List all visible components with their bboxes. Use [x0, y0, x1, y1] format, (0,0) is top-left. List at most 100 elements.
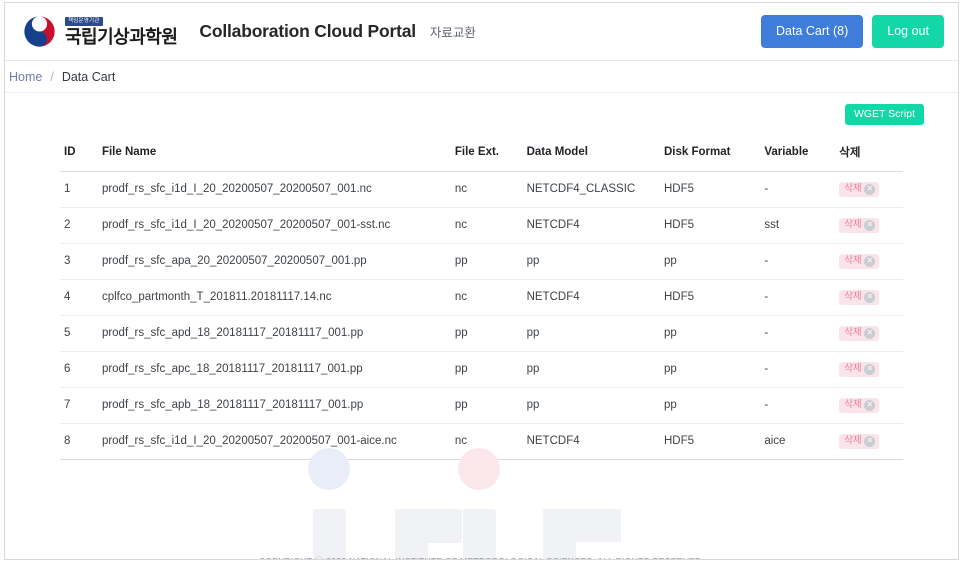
cell-delete: 삭제 ✕	[835, 423, 903, 460]
topbar-actions: Data Cart (8) Log out	[761, 15, 944, 48]
cell-data-model: pp	[522, 315, 660, 352]
data-cart-table: ID File Name File Ext. Data Model Disk F…	[60, 137, 903, 460]
cell-variable: -	[760, 279, 836, 316]
cell-file-name: prodf_rs_sfc_apd_18_20181117_20181117_00…	[97, 315, 451, 352]
table-row: 7 prodf_rs_sfc_apb_18_20181117_20181117_0…	[60, 387, 903, 424]
close-circle-icon: ✕	[864, 435, 876, 447]
cell-file-name: prodf_rs_sfc_i1d_I_20_20200507_20200507_…	[97, 207, 451, 244]
cell-data-model: NETCDF4	[522, 207, 660, 244]
page-subtitle: 자료교환	[429, 26, 476, 40]
cell-variable: -	[760, 243, 836, 280]
cell-file-ext: nc	[450, 423, 523, 460]
cell-file-name: prodf_rs_sfc_apb_18_20181117_20181117_00…	[97, 387, 451, 424]
delete-row-button[interactable]: 삭제 ✕	[839, 181, 880, 197]
delete-row-button[interactable]: 삭제 ✕	[839, 325, 880, 341]
column-header-id[interactable]: ID	[60, 137, 98, 172]
brand-badge: 책임운영기관	[65, 17, 103, 26]
cell-id: 7	[60, 387, 98, 424]
cell-file-name: prodf_rs_sfc_apc_18_20181117_20181117_00…	[97, 351, 451, 388]
cell-variable: -	[760, 387, 836, 424]
table-header: ID File Name File Ext. Data Model Disk F…	[60, 137, 903, 172]
page-title: Collaboration Cloud Portal	[199, 21, 416, 41]
cell-id: 5	[60, 315, 98, 352]
column-header-file-ext[interactable]: File Ext.	[450, 137, 523, 172]
cell-file-ext: pp	[450, 315, 523, 352]
cell-data-model: NETCDF4	[522, 279, 660, 316]
delete-button-label: 삭제	[844, 363, 862, 375]
close-circle-icon: ✕	[864, 327, 876, 339]
cell-disk-format: pp	[660, 243, 761, 280]
cell-file-ext: pp	[450, 243, 523, 280]
table-header-row: ID File Name File Ext. Data Model Disk F…	[60, 137, 903, 172]
cell-file-name: prodf_rs_sfc_apa_20_20200507_20200507_00…	[97, 243, 451, 280]
cell-file-ext: nc	[450, 207, 523, 244]
cell-variable: -	[760, 351, 836, 388]
cell-disk-format: HDF5	[660, 423, 761, 460]
close-circle-icon: ✕	[864, 291, 876, 303]
delete-row-button[interactable]: 삭제 ✕	[839, 253, 880, 269]
cell-file-name: prodf_rs_sfc_i1d_I_20_20200507_20200507_…	[97, 171, 451, 208]
delete-button-label: 삭제	[844, 219, 862, 231]
table-row: 6 prodf_rs_sfc_apc_18_20181117_20181117_0…	[60, 351, 903, 388]
cell-id: 8	[60, 423, 98, 460]
delete-button-label: 삭제	[844, 291, 862, 303]
brand-logo-link[interactable]: 책임운영기관 국립기상과학원	[23, 15, 178, 48]
table-row: 3 prodf_rs_sfc_apa_20_20200507_20200507_0…	[60, 243, 903, 280]
cell-delete: 삭제 ✕	[835, 387, 903, 424]
close-circle-icon: ✕	[864, 363, 876, 375]
column-header-data-model[interactable]: Data Model	[522, 137, 660, 172]
delete-button-label: 삭제	[844, 399, 862, 411]
cell-variable: -	[760, 171, 836, 208]
cell-disk-format: pp	[660, 315, 761, 352]
column-header-file-name[interactable]: File Name	[97, 137, 451, 172]
table-row: 2 prodf_rs_sfc_i1d_I_20_20200507_20200507…	[60, 207, 903, 244]
close-circle-icon: ✕	[864, 219, 876, 231]
cell-delete: 삭제 ✕	[835, 171, 903, 208]
cell-disk-format: HDF5	[660, 279, 761, 316]
delete-button-label: 삭제	[844, 435, 862, 447]
delete-row-button[interactable]: 삭제 ✕	[839, 397, 880, 413]
logout-button[interactable]: Log out	[872, 15, 944, 48]
table-row: 1 prodf_rs_sfc_i1d_I_20_20200507_20200507…	[60, 171, 903, 208]
table-row: 8 prodf_rs_sfc_i1d_I_20_20200507_20200507…	[60, 423, 903, 460]
wget-script-button[interactable]: WGET Script	[844, 104, 924, 125]
cell-file-ext: nc	[450, 279, 523, 316]
organization-name: 국립기상과학원	[65, 26, 178, 47]
main-content: WGET Script ID File Name File Ext. Data …	[5, 93, 958, 559]
delete-button-label: 삭제	[844, 183, 862, 195]
data-cart-table-container: ID File Name File Ext. Data Model Disk F…	[23, 137, 940, 460]
cell-variable: aice	[760, 423, 836, 460]
cell-disk-format: pp	[660, 387, 761, 424]
browser-window: 책임운영기관 국립기상과학원 Collaboration Cloud Porta…	[4, 2, 959, 560]
column-header-variable[interactable]: Variable	[760, 137, 836, 172]
data-cart-button[interactable]: Data Cart (8)	[761, 15, 864, 48]
table-row: 4 cplfco_partmonth_T_201811.20181117.14.n…	[60, 279, 903, 316]
close-circle-icon: ✕	[864, 183, 876, 195]
cell-disk-format: HDF5	[660, 171, 761, 208]
delete-row-button[interactable]: 삭제 ✕	[839, 217, 880, 233]
delete-button-label: 삭제	[844, 327, 862, 339]
background-watermark	[5, 447, 958, 559]
cell-data-model: pp	[522, 387, 660, 424]
delete-row-button[interactable]: 삭제 ✕	[839, 433, 880, 449]
table-body: 1 prodf_rs_sfc_i1d_I_20_20200507_20200507…	[60, 171, 903, 460]
table-row: 5 prodf_rs_sfc_apd_18_20181117_20181117_0…	[60, 315, 903, 352]
cell-file-ext: nc	[450, 171, 523, 208]
cell-id: 2	[60, 207, 98, 244]
top-navigation-bar: 책임운영기관 국립기상과학원 Collaboration Cloud Porta…	[5, 3, 958, 61]
breadcrumb: Home / Data Cart	[5, 61, 958, 93]
breadcrumb-item-home[interactable]: Home	[9, 70, 42, 84]
cell-id: 4	[60, 279, 98, 316]
cell-id: 1	[60, 171, 98, 208]
cell-delete: 삭제 ✕	[835, 207, 903, 244]
cell-file-ext: pp	[450, 387, 523, 424]
close-circle-icon: ✕	[864, 255, 876, 267]
delete-row-button[interactable]: 삭제 ✕	[839, 361, 880, 377]
breadcrumb-separator: /	[50, 69, 54, 84]
cell-data-model: NETCDF4_CLASSIC	[522, 171, 660, 208]
brand-text: 책임운영기관 국립기상과학원	[65, 17, 178, 47]
cell-delete: 삭제 ✕	[835, 351, 903, 388]
delete-row-button[interactable]: 삭제 ✕	[839, 289, 880, 305]
column-header-disk-format[interactable]: Disk Format	[660, 137, 761, 172]
table-toolbar: WGET Script	[23, 93, 940, 125]
